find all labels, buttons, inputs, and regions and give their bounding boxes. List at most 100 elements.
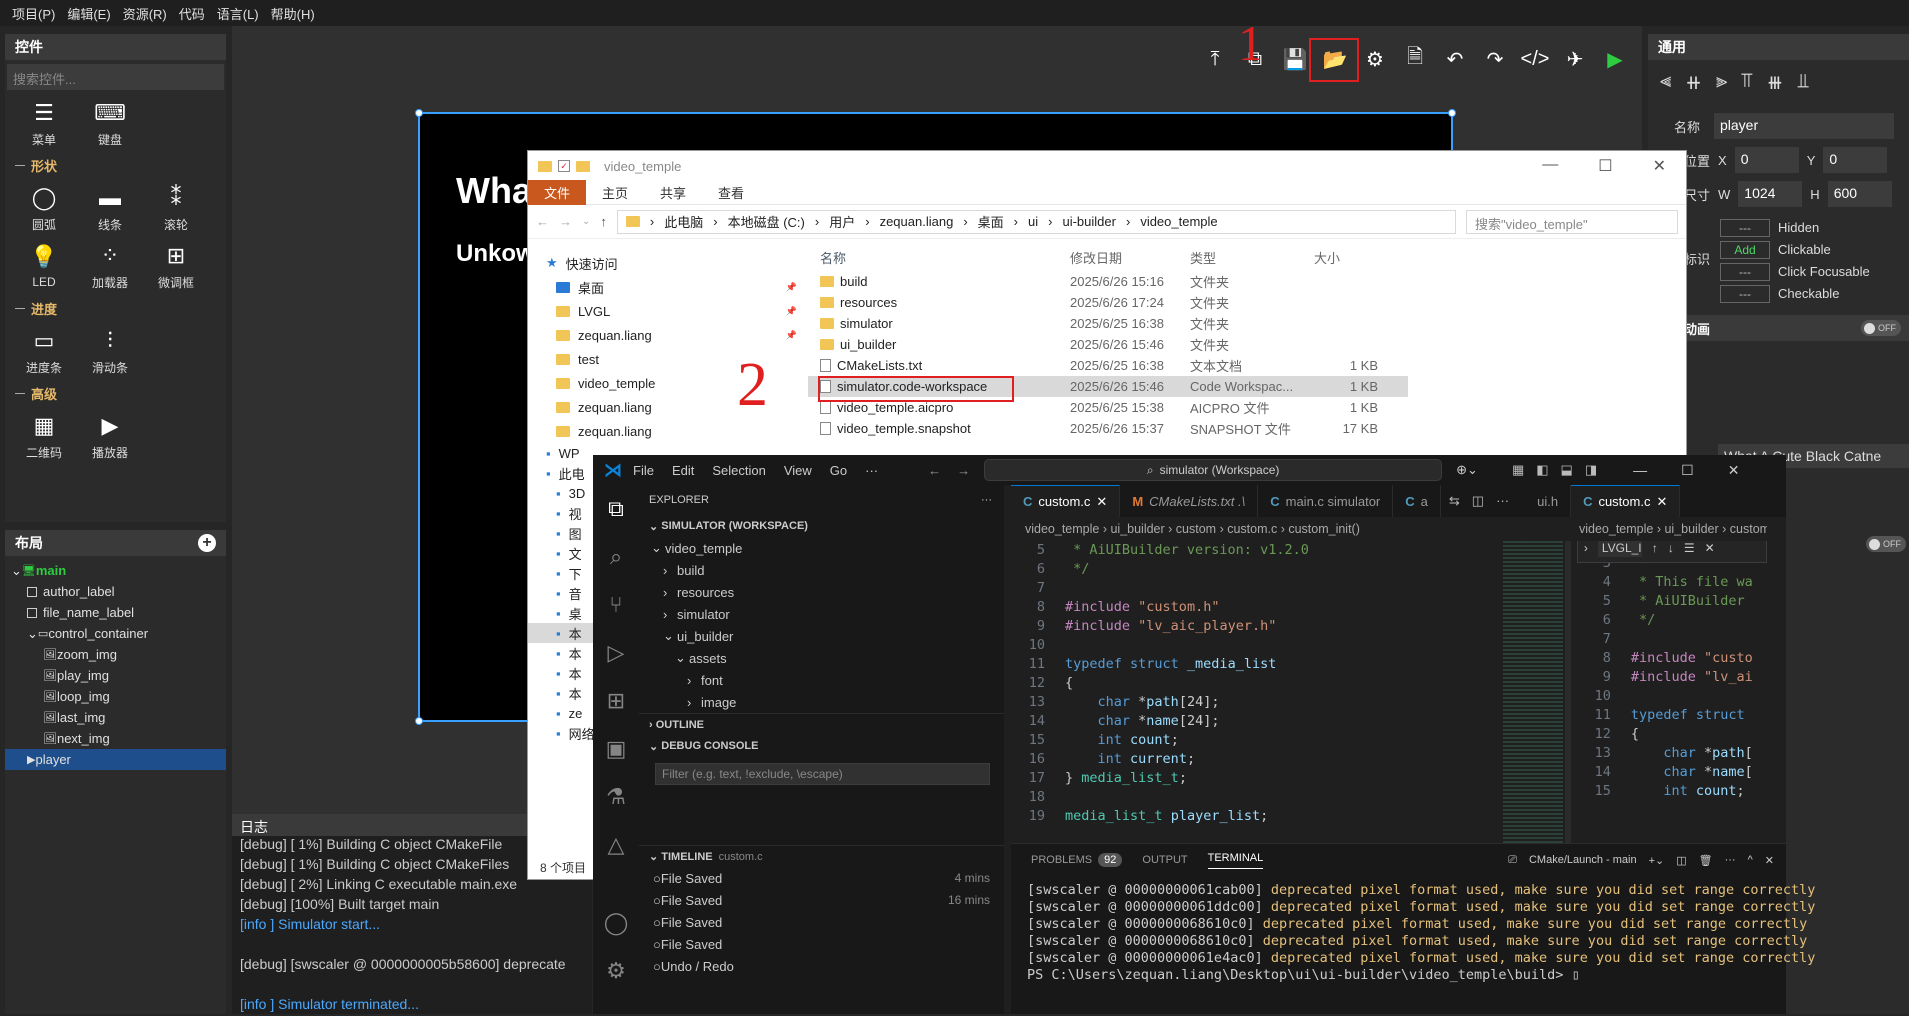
open-changes-icon[interactable]: ⇆: [1449, 493, 1460, 509]
y-input[interactable]: 0: [1823, 147, 1888, 173]
tree-item[interactable]: 🖼 play_img: [5, 665, 226, 686]
widget-roller[interactable]: ⁑ 滚轮: [143, 179, 209, 237]
breadcrumb-item[interactable]: video_temple: [1579, 522, 1653, 536]
menu-item[interactable]: 帮助(H): [265, 4, 321, 23]
testing-icon[interactable]: ⚗: [593, 773, 639, 821]
tree-item[interactable]: file_name_label: [5, 602, 226, 623]
tab-output[interactable]: OUTPUT: [1142, 854, 1187, 866]
close-icon[interactable]: ✕: [1096, 494, 1107, 510]
path-chevron-icon[interactable]: ›: [713, 214, 717, 229]
workspace-header[interactable]: ⌄ SIMULATOR (WORKSPACE): [639, 515, 1004, 537]
menu-item[interactable]: 编辑(E): [61, 4, 116, 23]
explorer-tree-item[interactable]: ⌄ assets: [639, 647, 1004, 669]
path-segment[interactable]: 桌面: [978, 212, 1004, 231]
widget-keyboard[interactable]: ⌨ 键盘: [77, 94, 143, 152]
file-row[interactable]: resources 2025/6/26 17:24 文件夹: [808, 292, 1408, 313]
menu-item[interactable]: 语言(L): [211, 4, 265, 23]
command-center[interactable]: ⌕ simulator (Workspace): [984, 459, 1443, 481]
align-center-h-icon[interactable]: ⧺: [1685, 70, 1702, 95]
breadcrumb-item[interactable]: ui_builder: [1110, 522, 1164, 536]
debug-console-header[interactable]: ⌄ DEBUG CONSOLE: [639, 735, 1004, 757]
controls-search-input[interactable]: 搜索控件...: [7, 64, 224, 90]
file-row[interactable]: ui_builder 2025/6/26 15:46 文件夹: [808, 334, 1408, 355]
scrollbar[interactable]: [1564, 541, 1571, 851]
run-debug-icon[interactable]: ▷: [593, 629, 639, 677]
timeline-item[interactable]: ○ Undo / Redo: [639, 955, 1004, 977]
address-bar[interactable]: › 此电脑 › 本地磁盘 (C:) › 用户 › zequan.liang › 桌面 › ui › ui-…: [616, 209, 1456, 234]
nav-item[interactable]: LVGL 📌: [528, 299, 805, 323]
editor-tab[interactable]: ui.h: [1525, 485, 1572, 517]
resize-handle[interactable]: [415, 109, 423, 117]
align-top-icon[interactable]: ⫪: [1741, 70, 1752, 95]
vscode-menu-item[interactable]: File: [633, 463, 654, 478]
w-input[interactable]: 1024: [1738, 181, 1803, 207]
breadcrumb-item[interactable]: video_temple: [1025, 522, 1099, 536]
editor-tab[interactable]: Ca: [1393, 485, 1441, 517]
export-icon[interactable]: ⤒: [1200, 44, 1230, 74]
breadcrumb-item[interactable]: custom: [1730, 522, 1767, 536]
arrow-up-icon[interactable]: ↑: [1652, 541, 1658, 555]
tree-item[interactable]: 🖼 loop_img: [5, 686, 226, 707]
explorer-tree-item[interactable]: ⌄ video_temple: [639, 537, 1004, 559]
nav-item[interactable]: zequan.liang 📌: [528, 323, 805, 347]
launch-label[interactable]: CMake/Launch - main: [1529, 854, 1637, 866]
column-header[interactable]: 名称: [808, 248, 1070, 267]
path-segment[interactable]: ui-builder: [1062, 214, 1115, 229]
settings-icon[interactable]: ⚙: [1360, 44, 1390, 74]
tree-item[interactable]: ▶ player: [5, 749, 226, 770]
more-icon[interactable]: ···: [1725, 854, 1736, 866]
name-input[interactable]: player: [1714, 113, 1894, 139]
timeline-item[interactable]: ○ File Saved: [639, 911, 1004, 933]
add-terminal-icon[interactable]: +⌄: [1649, 854, 1665, 867]
save-icon[interactable]: 💾: [1280, 44, 1310, 74]
back-icon[interactable]: ←: [536, 214, 549, 229]
editor-tab[interactable]: Ccustom.c ✕: [1571, 485, 1681, 517]
nav-back-icon[interactable]: ←: [928, 463, 941, 478]
tree-item[interactable]: 🖼 next_img: [5, 728, 226, 749]
widget-slider[interactable]: ⫶ 滑动条: [77, 322, 143, 380]
tree-item[interactable]: author_label: [5, 581, 226, 602]
explorer-tree-item[interactable]: › resources: [639, 581, 1004, 603]
vscode-menu-item[interactable]: ···: [865, 463, 878, 478]
close-icon[interactable]: ✕: [1728, 462, 1740, 479]
flag-button[interactable]: ---: [1720, 218, 1770, 237]
code-editor-2[interactable]: 2 * Copyright (C3 *4 * This file wa5 * A…: [1577, 541, 1786, 801]
chevron-right-icon[interactable]: ›: [1584, 541, 1588, 555]
selection-icon[interactable]: ☰: [1684, 541, 1695, 555]
code-editor[interactable]: 5 * AiUIBuilder version: v1.2.0 6 */7 8 #in…: [1011, 541, 1493, 851]
down-icon[interactable]: ⌄: [582, 216, 590, 227]
align-left-icon[interactable]: ⫷: [1660, 70, 1671, 95]
second-toggle[interactable]: OFF: [1866, 536, 1906, 552]
align-center-v-icon[interactable]: ⧻: [1767, 70, 1784, 95]
extensions-icon[interactable]: ⊞: [593, 677, 639, 725]
close-icon[interactable]: ✕: [1705, 541, 1715, 555]
explorer-tree-item[interactable]: › font: [639, 669, 1004, 691]
chevron-down-icon[interactable]: ⌄: [27, 626, 38, 642]
widget-player[interactable]: ▶ 播放器: [77, 407, 143, 465]
minimize-icon[interactable]: —: [1633, 462, 1647, 479]
cmake-icon[interactable]: △: [593, 821, 639, 869]
explorer-search-input[interactable]: 搜索"video_temple": [1466, 209, 1678, 234]
more-icon[interactable]: ···: [981, 494, 992, 506]
toggle-sidebar-icon[interactable]: ◧: [1536, 462, 1548, 478]
align-right-icon[interactable]: ⫸: [1716, 70, 1727, 95]
terminal-output[interactable]: [swscaler @ 00000000061cab00] deprecated…: [1011, 876, 1815, 984]
nav-item[interactable]: zequan.liang: [528, 419, 805, 443]
widget-spinner[interactable]: ⁘ 加载器: [77, 237, 143, 295]
h-input[interactable]: 600: [1827, 181, 1892, 207]
layout-customize-icon[interactable]: ▦: [1512, 462, 1524, 478]
animation-toggle[interactable]: OFF: [1861, 320, 1901, 336]
path-chevron-icon[interactable]: ›: [650, 214, 654, 229]
close-icon[interactable]: ✕: [1656, 494, 1667, 510]
vscode-menu-item[interactable]: Selection: [712, 463, 765, 478]
path-chevron-icon[interactable]: ›: [1014, 214, 1018, 229]
widget-led[interactable]: 💡 LED: [11, 237, 77, 295]
widget-qrcode[interactable]: ▦ 二维码: [11, 407, 77, 465]
editor-tab[interactable]: Ccustom.c ✕: [1011, 485, 1121, 517]
breadcrumb-item[interactable]: ui_builder: [1664, 522, 1718, 536]
close-panel-icon[interactable]: ✕: [1765, 854, 1774, 867]
align-bottom-icon[interactable]: ⫫: [1797, 70, 1808, 95]
explorer-tree-item[interactable]: ⌄ ui_builder: [639, 625, 1004, 647]
pin-icon[interactable]: 📌: [786, 306, 797, 317]
nav-forward-icon[interactable]: →: [957, 463, 970, 478]
